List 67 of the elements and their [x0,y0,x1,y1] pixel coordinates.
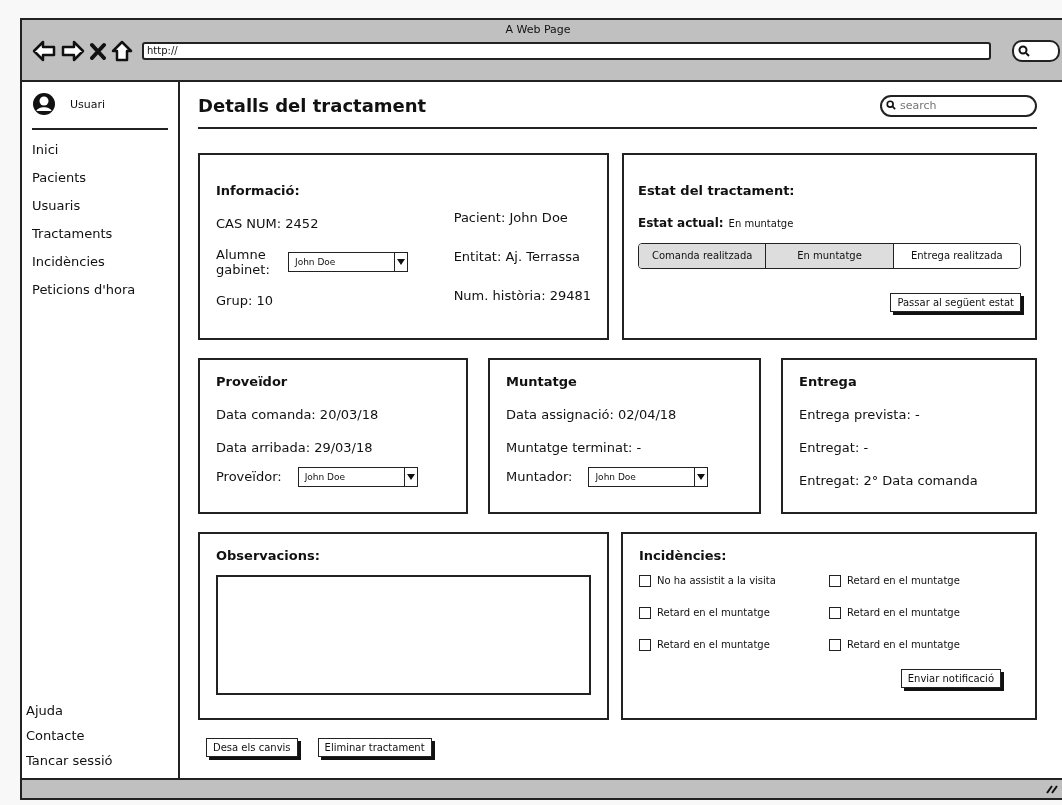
info-text: Grup: 10 [216,292,274,308]
card-title: Incidències: [639,547,728,563]
info-text: Pacient: John Doe [453,209,569,225]
sidebar-item[interactable]: Inici [32,142,59,157]
dropdown[interactable]: John Doe [297,466,418,487]
sidebar-item[interactable]: Tractaments [32,226,113,241]
detail-text: Data arribada: 29/03/18 [216,439,374,455]
sidebar-item[interactable]: Ajuda [26,703,63,718]
card-title: Entrega [799,373,858,389]
sidebar-item[interactable]: Usuaris [32,198,81,213]
card-title: Muntatge [506,373,578,389]
dropdown[interactable]: John Doe [288,251,408,272]
next-state-button[interactable]: Passar al següent estat [890,292,1021,312]
observations-field[interactable] [216,574,591,695]
detail-text: Entregat: - [799,439,870,455]
card-title: Estat del tractament: [638,182,796,198]
status-step: Entrega realitzada [892,243,1020,268]
search-icon [1018,45,1030,57]
caret-icon [697,473,706,480]
info-text: Num. història: 29481 [453,287,591,303]
close-icon[interactable] [90,42,106,60]
status-value: En muntatge [728,217,794,229]
avatar-icon [32,92,56,116]
resize-grip-icon [1046,784,1058,794]
incident-checkbox[interactable]: Retard en el muntatge [829,606,1019,619]
page-title: Detalls del tractament [198,94,427,116]
incident-checkbox[interactable]: Retard en el muntatge [829,638,1019,651]
search-field[interactable]: search [880,94,1037,117]
detail-text: Data comanda: 20/03/18 [216,406,380,422]
card-title: Proveïdor [216,373,289,389]
status-label: Estat actual: [638,215,724,230]
field-label: Proveïdor: [216,469,282,484]
detail-text: Muntatge terminat: - [506,439,643,455]
sidebar-item[interactable]: Incidències [32,254,105,269]
incident-checkbox[interactable]: Retard en el muntatge [829,574,1019,587]
send-notification-button[interactable]: Enviar notificació [900,668,1001,688]
field-label: Alumne gabinet: [216,246,271,277]
browser-search-field[interactable] [1012,40,1060,62]
dropdown[interactable]: John Doe [588,466,709,487]
caret-icon [406,473,415,480]
caret-icon [397,258,405,265]
status-step: Comanda realitzada [639,243,766,268]
back-icon[interactable] [32,40,56,62]
card-title: Observacions: [216,547,321,563]
info-text: CAS NUM: 2452 [216,215,320,231]
incident-checkbox[interactable]: Retard en el muntatge [639,606,829,619]
detail-text: Data assignació: 02/04/18 [506,406,678,422]
action-button[interactable]: Desa els canvis [206,737,298,757]
sidebar-item[interactable]: Contacte [26,728,85,743]
sidebar-item[interactable]: Peticions d'hora [32,282,136,297]
card-title: Informació: [216,182,301,198]
search-icon [886,100,896,110]
user-name: Usuari [70,97,106,111]
url-field[interactable]: http:// [142,42,991,60]
sidebar-item[interactable]: Pacients [32,170,87,185]
status-step: En muntatge [765,243,893,268]
incident-checkbox[interactable]: Retard en el muntatge [639,638,829,651]
incident-checkbox[interactable]: No ha assistit a la visita [639,574,829,587]
field-label: Muntador: [506,469,573,484]
home-icon[interactable] [111,40,133,62]
sidebar-item[interactable]: Tancar sessió [26,753,113,768]
action-button[interactable]: Eliminar tractament [317,737,432,757]
window-title: A Web Page [505,23,571,36]
info-text: Entitat: Aj. Terrassa [453,248,581,264]
detail-text: Entregat: 2° Data comanda [799,472,979,488]
detail-text: Entrega prevista: - [799,406,921,422]
forward-icon[interactable] [61,40,85,62]
